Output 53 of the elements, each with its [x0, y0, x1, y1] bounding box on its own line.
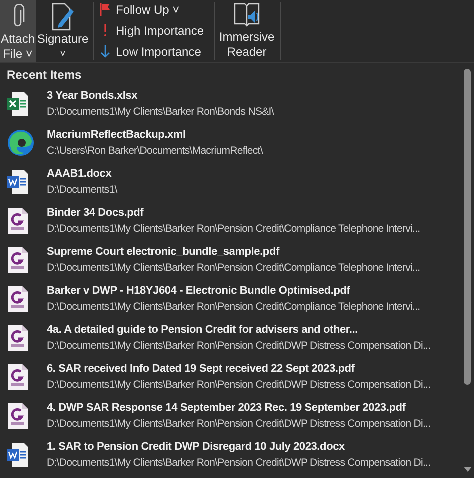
recent-item[interactable]: 4. DWP SAR Response 14 September 2023 Rec. 19 September 2023.pdf D:\Documents1\My Clients\Barker Ron\Pension Credit\DWP Distress Compensation Di... — [0, 396, 460, 435]
pdf-file-icon — [7, 362, 29, 390]
file-name: 6. SAR received Info Dated 19 Sept received 22 Sept 2023.pdf — [47, 362, 356, 376]
file-path: C:\Users\Ron Barker\Documents\MacriumReflect\ — [47, 144, 263, 158]
pdf-file-icon — [7, 324, 29, 352]
file-path: D:\Documents1\My Clients\Barker Ron\Pension Credit\DWP Distress Compensation Di... — [47, 416, 431, 432]
file-name: Barker v DWP - H18YJ604 - Electronic Bundle Optimised.pdf — [47, 284, 352, 298]
recent-item[interactable]: Barker v DWP - H18YJ604 - Electronic Bundle Optimised.pdf D:\Documents1\My Clients\Barker Ron\Pension Credit\Compliance Telephone Intervi... — [0, 279, 460, 318]
pdf-file-icon — [7, 402, 29, 430]
recent-item[interactable]: 1. SAR to Pension Credit DWP Disregard 10 July 2023.docx D:\Documents1\My Clients\Barker Ron\Pension Credit\DWP Distress Compensation Di... — [0, 435, 460, 474]
recent-item[interactable]: 6. SAR received Info Dated 19 Sept received 22 Sept 2023.pdf D:\Documents1\My Clients\Barker Ron\Pension Credit\DWP Distress Compensation Di... — [0, 357, 460, 396]
recent-item[interactable]: 3 Year Bonds.xlsx D:\Documents1\My Clients\Barker Ron\Bonds NS&I\ — [0, 84, 460, 123]
recent-item[interactable]: 4a. A detailed guide to Pension Credit for advisers and other... D:\Documents1\My Clients\Barker Ron\Pension Credit\DWP Distress Compensation Di... — [0, 318, 460, 357]
document-icon — [7, 442, 29, 468]
spreadsheet-icon — [7, 90, 29, 116]
recent-item[interactable]: Supreme Court electronic_bundle_sample.pdf D:\Documents1\My Clients\Barker Ron\Pension Credit\Compliance Telephone Intervi... — [0, 240, 460, 279]
file-path: D:\Documents1\My Clients\Barker Ron\Pension Credit\Compliance Telephone Intervi... — [47, 300, 420, 314]
pdf-file-icon — [7, 206, 29, 234]
file-path: D:\Documents1\My Clients\Barker Ron\Pension Credit\DWP Distress Compensation Di... — [47, 456, 431, 470]
menu-heading: Recent Items — [6, 67, 83, 82]
high-importance-button[interactable]: High Importance — [100, 21, 204, 40]
recent-item[interactable]: AAAB1.docx D:\Documents1\ — [0, 162, 460, 201]
swirl-icon — [7, 128, 35, 156]
immersive-reader-button[interactable]: Immersive Reader — [218, 0, 276, 62]
file-path: D:\Documents1\My Clients\Barker Ron\Pension Credit\Compliance Telephone Intervi... — [47, 260, 420, 276]
file-name: MacriumReflectBackup.xml — [47, 128, 187, 142]
file-name: Binder 34 Docs.pdf — [47, 206, 145, 220]
follow-up-button[interactable]: Follow Up ˅ — [100, 0, 204, 19]
scrollbar-thumb[interactable] — [464, 69, 471, 385]
file-path: D:\Documents1\My Clients\Barker Ron\Bonds NS&I\ — [47, 104, 274, 120]
pdf-file-icon — [7, 284, 29, 312]
file-name: Supreme Court electronic_bundle_sample.pdf — [47, 244, 281, 260]
scroll-down-icon[interactable] — [464, 467, 472, 472]
signature-icon — [50, 3, 76, 31]
attach-file-button[interactable]: Attach File ˅ — [0, 0, 36, 62]
down-arrow-icon — [100, 45, 111, 58]
document-icon — [7, 168, 29, 194]
file-path: D:\Documents1\My Clients\Barker Ron\Pension Credit\DWP Distress Compensation Di... — [47, 338, 431, 354]
file-path: D:\Documents1\ — [47, 182, 118, 198]
pdf-file-icon — [7, 246, 29, 274]
file-name: 4. DWP SAR Response 14 September 2023 Rec. 19 September 2023.pdf — [47, 400, 407, 416]
recent-item[interactable]: Binder 34 Docs.pdf D:\Documents1\My Clients\Barker Ron\Pension Credit\Compliance Telephone Intervi... — [0, 201, 460, 240]
flag-icon — [100, 3, 111, 16]
file-name: AAAB1.docx — [47, 166, 113, 182]
file-path: D:\Documents1\My Clients\Barker Ron\Pension Credit\Compliance Telephone Intervi... — [47, 222, 420, 236]
book-speaker-icon — [233, 2, 262, 28]
file-name: 4a. A detailed guide to Pension Credit for advisers and other... — [47, 322, 359, 338]
recent-item[interactable]: MacriumReflectBackup.xml C:\Users\Ron Barker\Documents\MacriumReflect\ — [0, 123, 460, 162]
file-name: 1. SAR to Pension Credit DWP Disregard 10 July 2023.docx — [47, 440, 346, 454]
file-name: 3 Year Bonds.xlsx — [47, 88, 139, 104]
low-importance-button[interactable]: Low Importance — [100, 42, 204, 61]
file-path: D:\Documents1\My Clients\Barker Ron\Pension Credit\DWP Distress Compensation Di... — [47, 378, 431, 392]
signature-button[interactable]: Signature ˅ — [37, 0, 89, 62]
